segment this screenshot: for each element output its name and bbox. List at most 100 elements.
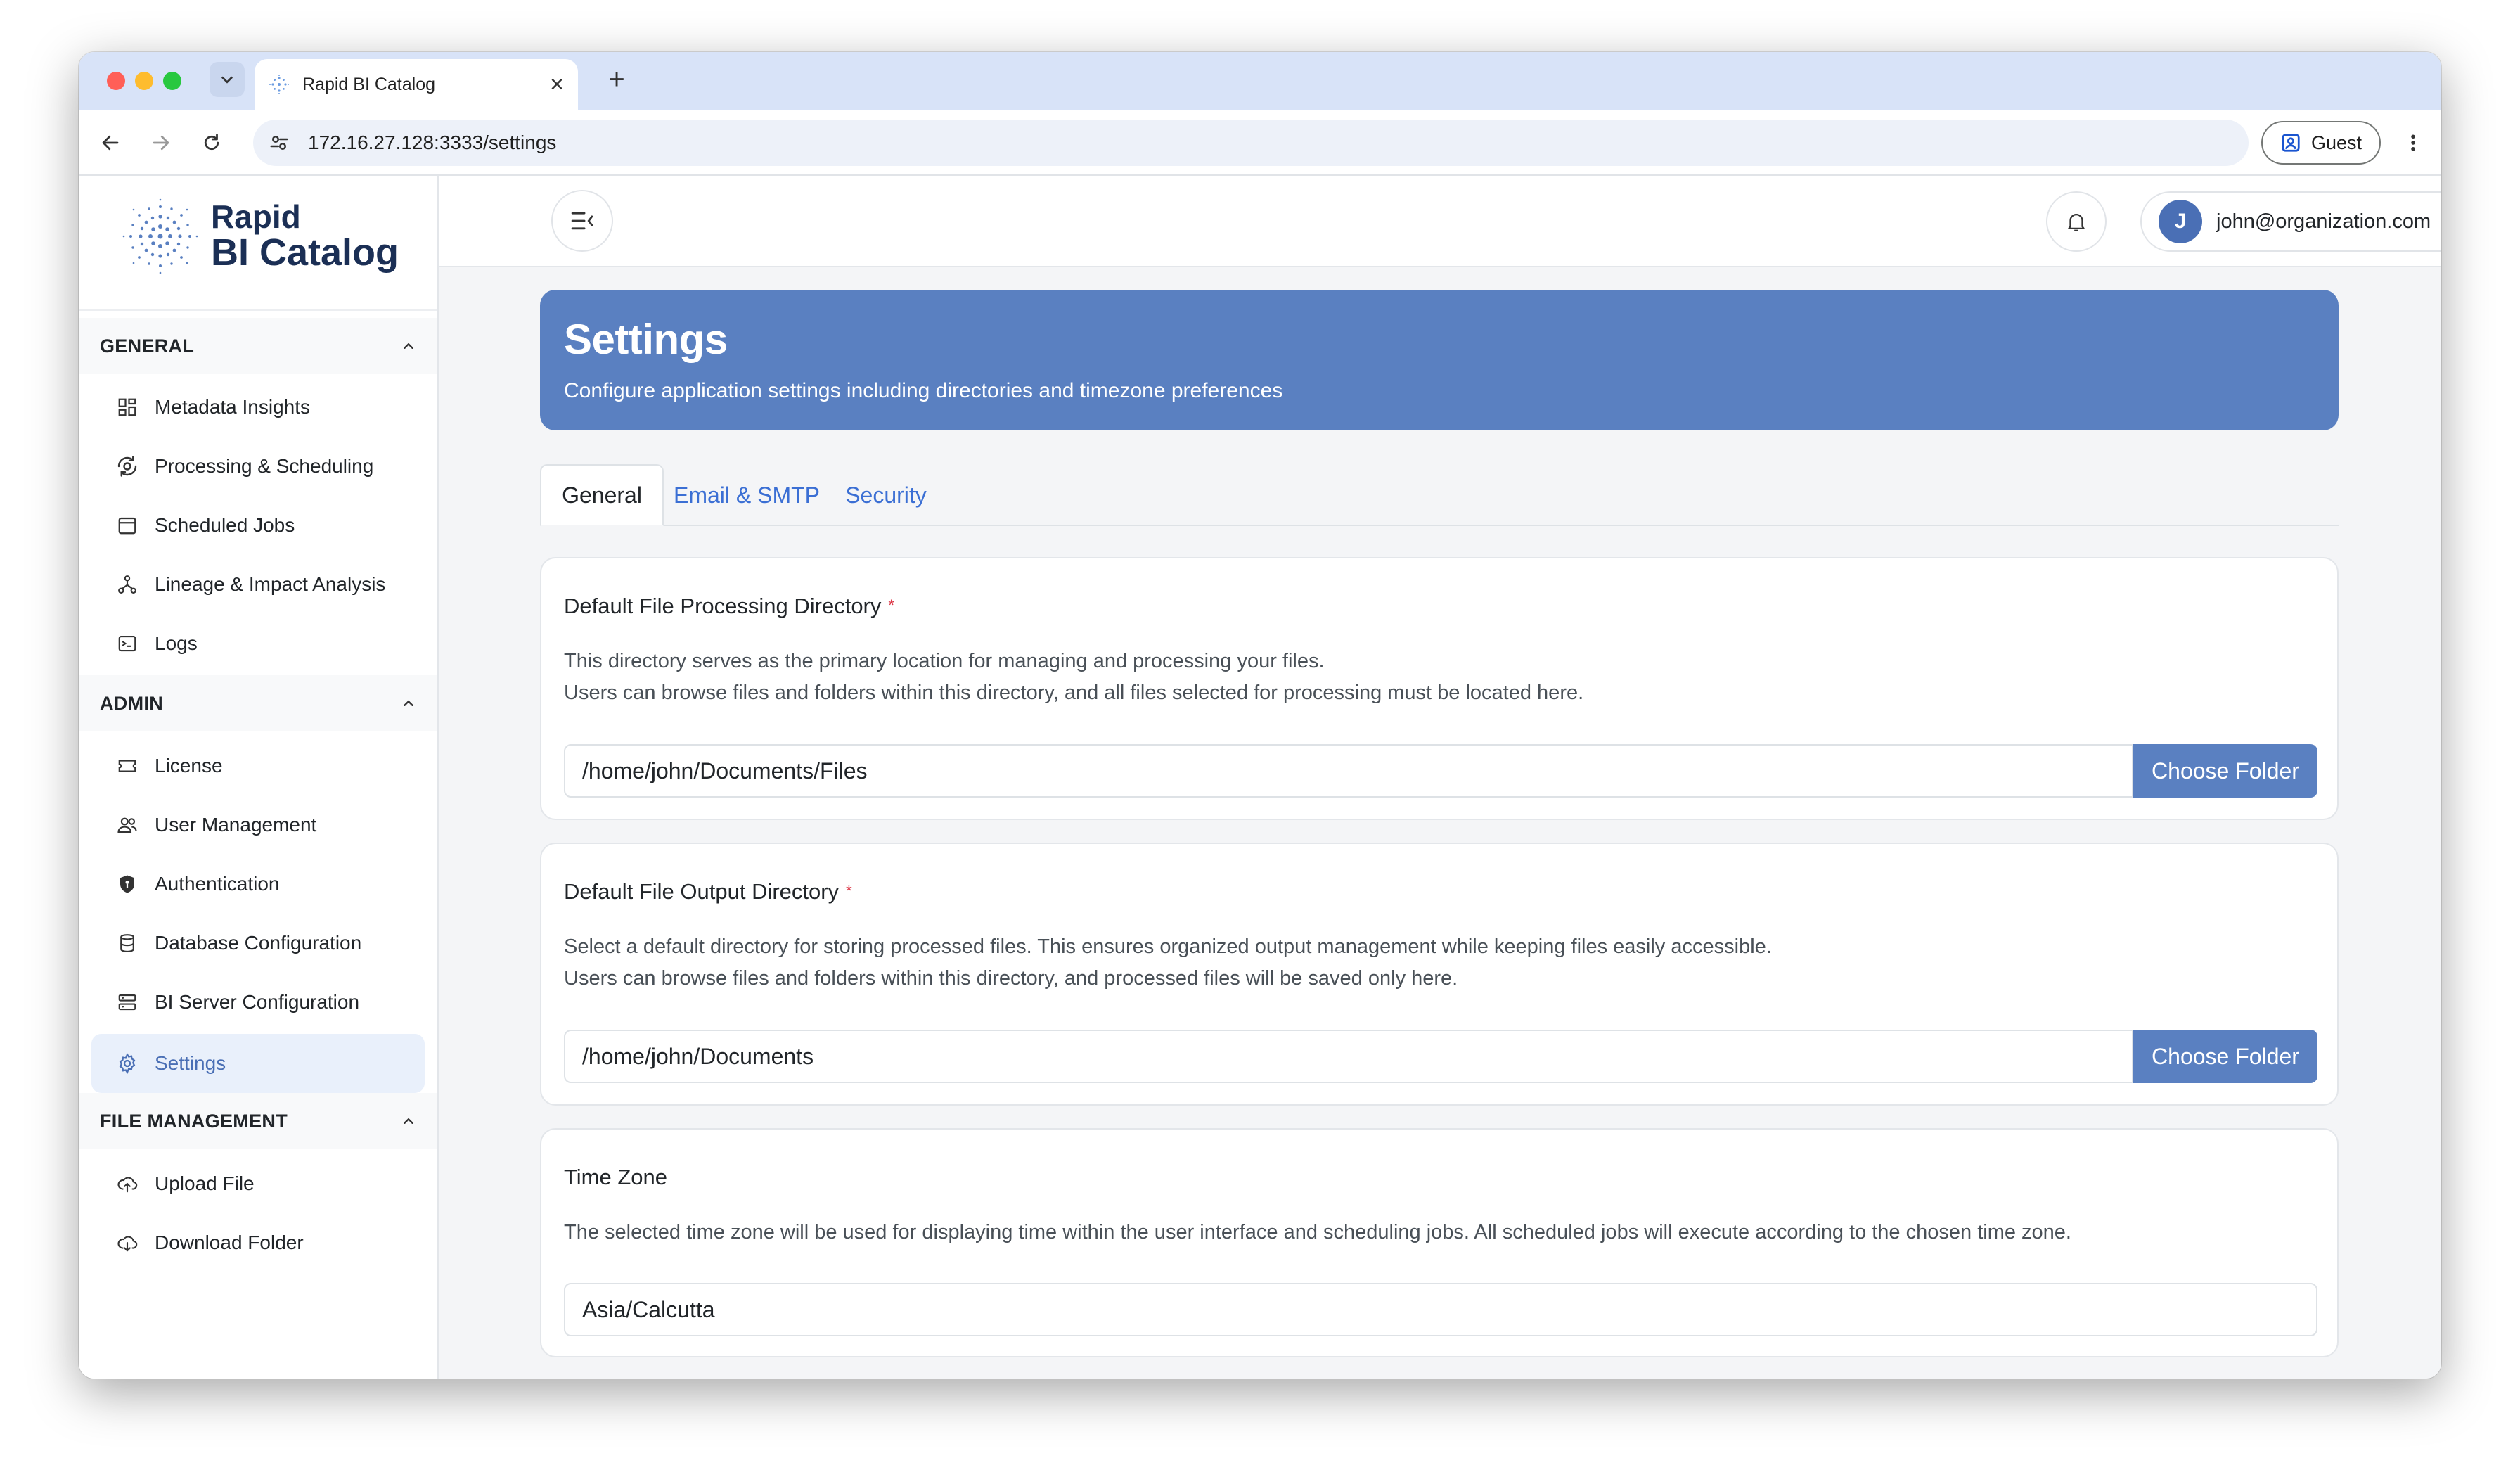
logo-line-2: BI Catalog [211, 231, 399, 274]
sidebar-section-file-management[interactable]: FILE MANAGEMENT [79, 1093, 437, 1149]
profile-button[interactable]: Guest [2261, 121, 2381, 165]
page-title: Settings [564, 316, 728, 363]
browser-tab-strip: Rapid BI Catalog × + [79, 52, 2441, 110]
chevron-up-icon [404, 700, 413, 706]
processing-icon [114, 453, 141, 480]
reload-icon [204, 134, 219, 151]
logo-icon [122, 198, 198, 274]
browser-window: Rapid BI Catalog × + 172.16.27.128:3333/… [79, 52, 2441, 1379]
sidebar-item-label: Metadata Insights [155, 396, 311, 418]
browser-toolbar: 172.16.27.128:3333/settings Guest [79, 110, 2441, 176]
sidebar-item-lineage-impact[interactable]: Lineage & Impact Analysis [91, 557, 425, 612]
field-label-text: Default File Output Directory [564, 879, 840, 904]
grid-icon [114, 394, 141, 421]
sidebar-toggle-button[interactable] [551, 190, 613, 252]
description-line: Select a default directory for storing p… [564, 935, 1772, 958]
app-logo[interactable]: Rapid BI Catalog [121, 197, 399, 276]
sidebar-item-settings[interactable]: Settings [91, 1034, 425, 1093]
tab-security[interactable]: Security [830, 464, 942, 526]
browser-menu-button[interactable] [2399, 125, 2427, 160]
back-button[interactable] [93, 125, 128, 160]
site-settings-icon[interactable] [269, 132, 290, 153]
sidebar: Rapid BI Catalog GENERAL Metadata Insigh… [79, 176, 439, 1379]
sidebar-item-license[interactable]: License [91, 738, 425, 793]
sidebar-item-logs[interactable]: Logs [91, 616, 425, 671]
sidebar-item-label: Processing & Scheduling [155, 455, 374, 477]
choose-folder-button[interactable]: Choose Folder [2133, 1030, 2318, 1083]
description-line: Users can browse files and folders withi… [564, 682, 1584, 704]
cloud-download-icon [114, 1229, 141, 1256]
sidebar-item-download-folder[interactable]: Download Folder [91, 1215, 425, 1270]
reload-button[interactable] [194, 125, 229, 160]
sidebar-item-bi-server-configuration[interactable]: BI Server Configuration [91, 975, 425, 1030]
address-bar[interactable]: 172.16.27.128:3333/settings [253, 120, 2249, 166]
chevron-up-icon [404, 1118, 413, 1124]
sidebar-item-label: Download Folder [155, 1232, 304, 1253]
sidebar-item-label: Settings [155, 1052, 226, 1074]
collapse-menu-icon [571, 212, 593, 230]
sidebar-item-metadata-insights[interactable]: Metadata Insights [91, 380, 425, 435]
sidebar-item-label: Logs [155, 632, 198, 654]
close-window-button[interactable] [107, 72, 125, 90]
ticket-icon [114, 753, 141, 779]
sidebar-item-label: User Management [155, 814, 317, 836]
url-text: 172.16.27.128:3333/settings [308, 132, 557, 153]
tab-general[interactable]: General [540, 464, 664, 526]
calendar-icon [114, 512, 141, 539]
main-content: Settings Configure application settings … [439, 267, 2441, 1379]
arrow-right-icon [153, 135, 169, 151]
sidebar-section-general[interactable]: GENERAL [79, 318, 437, 374]
logo-line-1: Rapid [211, 198, 301, 235]
users-icon [114, 812, 141, 838]
sidebar-item-label: Upload File [155, 1172, 255, 1194]
required-marker: * [846, 882, 852, 900]
sidebar-item-processing-scheduling[interactable]: Processing & Scheduling [91, 439, 425, 494]
output-directory-field[interactable]: /home/john/Documents [564, 1030, 2133, 1083]
gear-icon [114, 1050, 141, 1077]
profile-label: Guest [2310, 132, 2362, 153]
logo-text: Rapid BI Catalog [211, 200, 399, 272]
sidebar-item-label: Lineage & Impact Analysis [155, 573, 386, 595]
tab-search-button[interactable] [210, 62, 245, 97]
sidebar-item-label: License [155, 755, 223, 776]
browser-tab-title: Rapid BI Catalog [302, 74, 436, 94]
page-subtitle: Configure application settings including… [564, 379, 1283, 402]
user-menu[interactable]: J john@organization.com [2140, 191, 2441, 252]
field-label: Default File Processing Directory * [564, 594, 894, 619]
field-description: This directory serves as the primary loc… [564, 646, 1583, 709]
forward-button[interactable] [143, 125, 179, 160]
time-zone-field[interactable]: Asia/Calcutta [564, 1283, 2318, 1336]
description-line: This directory serves as the primary loc… [564, 650, 1325, 672]
sidebar-item-scheduled-jobs[interactable]: Scheduled Jobs [91, 498, 425, 553]
processing-directory-card: Default File Processing Directory * This … [540, 557, 2339, 820]
field-description: The selected time zone will be used for … [564, 1221, 2071, 1243]
arrow-left-icon [102, 135, 119, 151]
choose-folder-button[interactable]: Choose Folder [2133, 744, 2318, 798]
bell-icon [2068, 214, 2085, 231]
tab-email-smtp[interactable]: Email & SMTP [668, 464, 825, 526]
minimize-window-button[interactable] [135, 72, 153, 90]
notifications-button[interactable] [2046, 191, 2107, 252]
sidebar-item-user-management[interactable]: User Management [91, 798, 425, 852]
time-zone-card: Time Zone The selected time zone will be… [540, 1128, 2339, 1357]
new-tab-button[interactable]: + [599, 62, 634, 97]
sidebar-section-admin[interactable]: ADMIN [79, 675, 437, 731]
avatar: J [2159, 200, 2202, 243]
sidebar-item-upload-file[interactable]: Upload File [91, 1156, 425, 1211]
processing-directory-field[interactable]: /home/john/Documents/Files [564, 744, 2133, 798]
sidebar-item-authentication[interactable]: Authentication [91, 857, 425, 911]
sidebar-item-label: Authentication [155, 873, 280, 895]
favicon-icon [269, 74, 290, 95]
section-title: FILE MANAGEMENT [100, 1110, 288, 1132]
section-title: GENERAL [100, 335, 195, 357]
sidebar-item-database-configuration[interactable]: Database Configuration [91, 916, 425, 971]
close-tab-icon[interactable]: × [550, 72, 564, 96]
terminal-icon [114, 630, 141, 657]
database-icon [114, 930, 141, 957]
processing-directory-input-group: /home/john/Documents/Files Choose Folder [564, 744, 2318, 798]
field-label: Time Zone [564, 1165, 668, 1189]
sidebar-item-label: Scheduled Jobs [155, 514, 295, 536]
browser-tab[interactable]: Rapid BI Catalog × [255, 59, 578, 110]
app-header: J john@organization.com [439, 176, 2441, 267]
maximize-window-button[interactable] [163, 72, 181, 90]
